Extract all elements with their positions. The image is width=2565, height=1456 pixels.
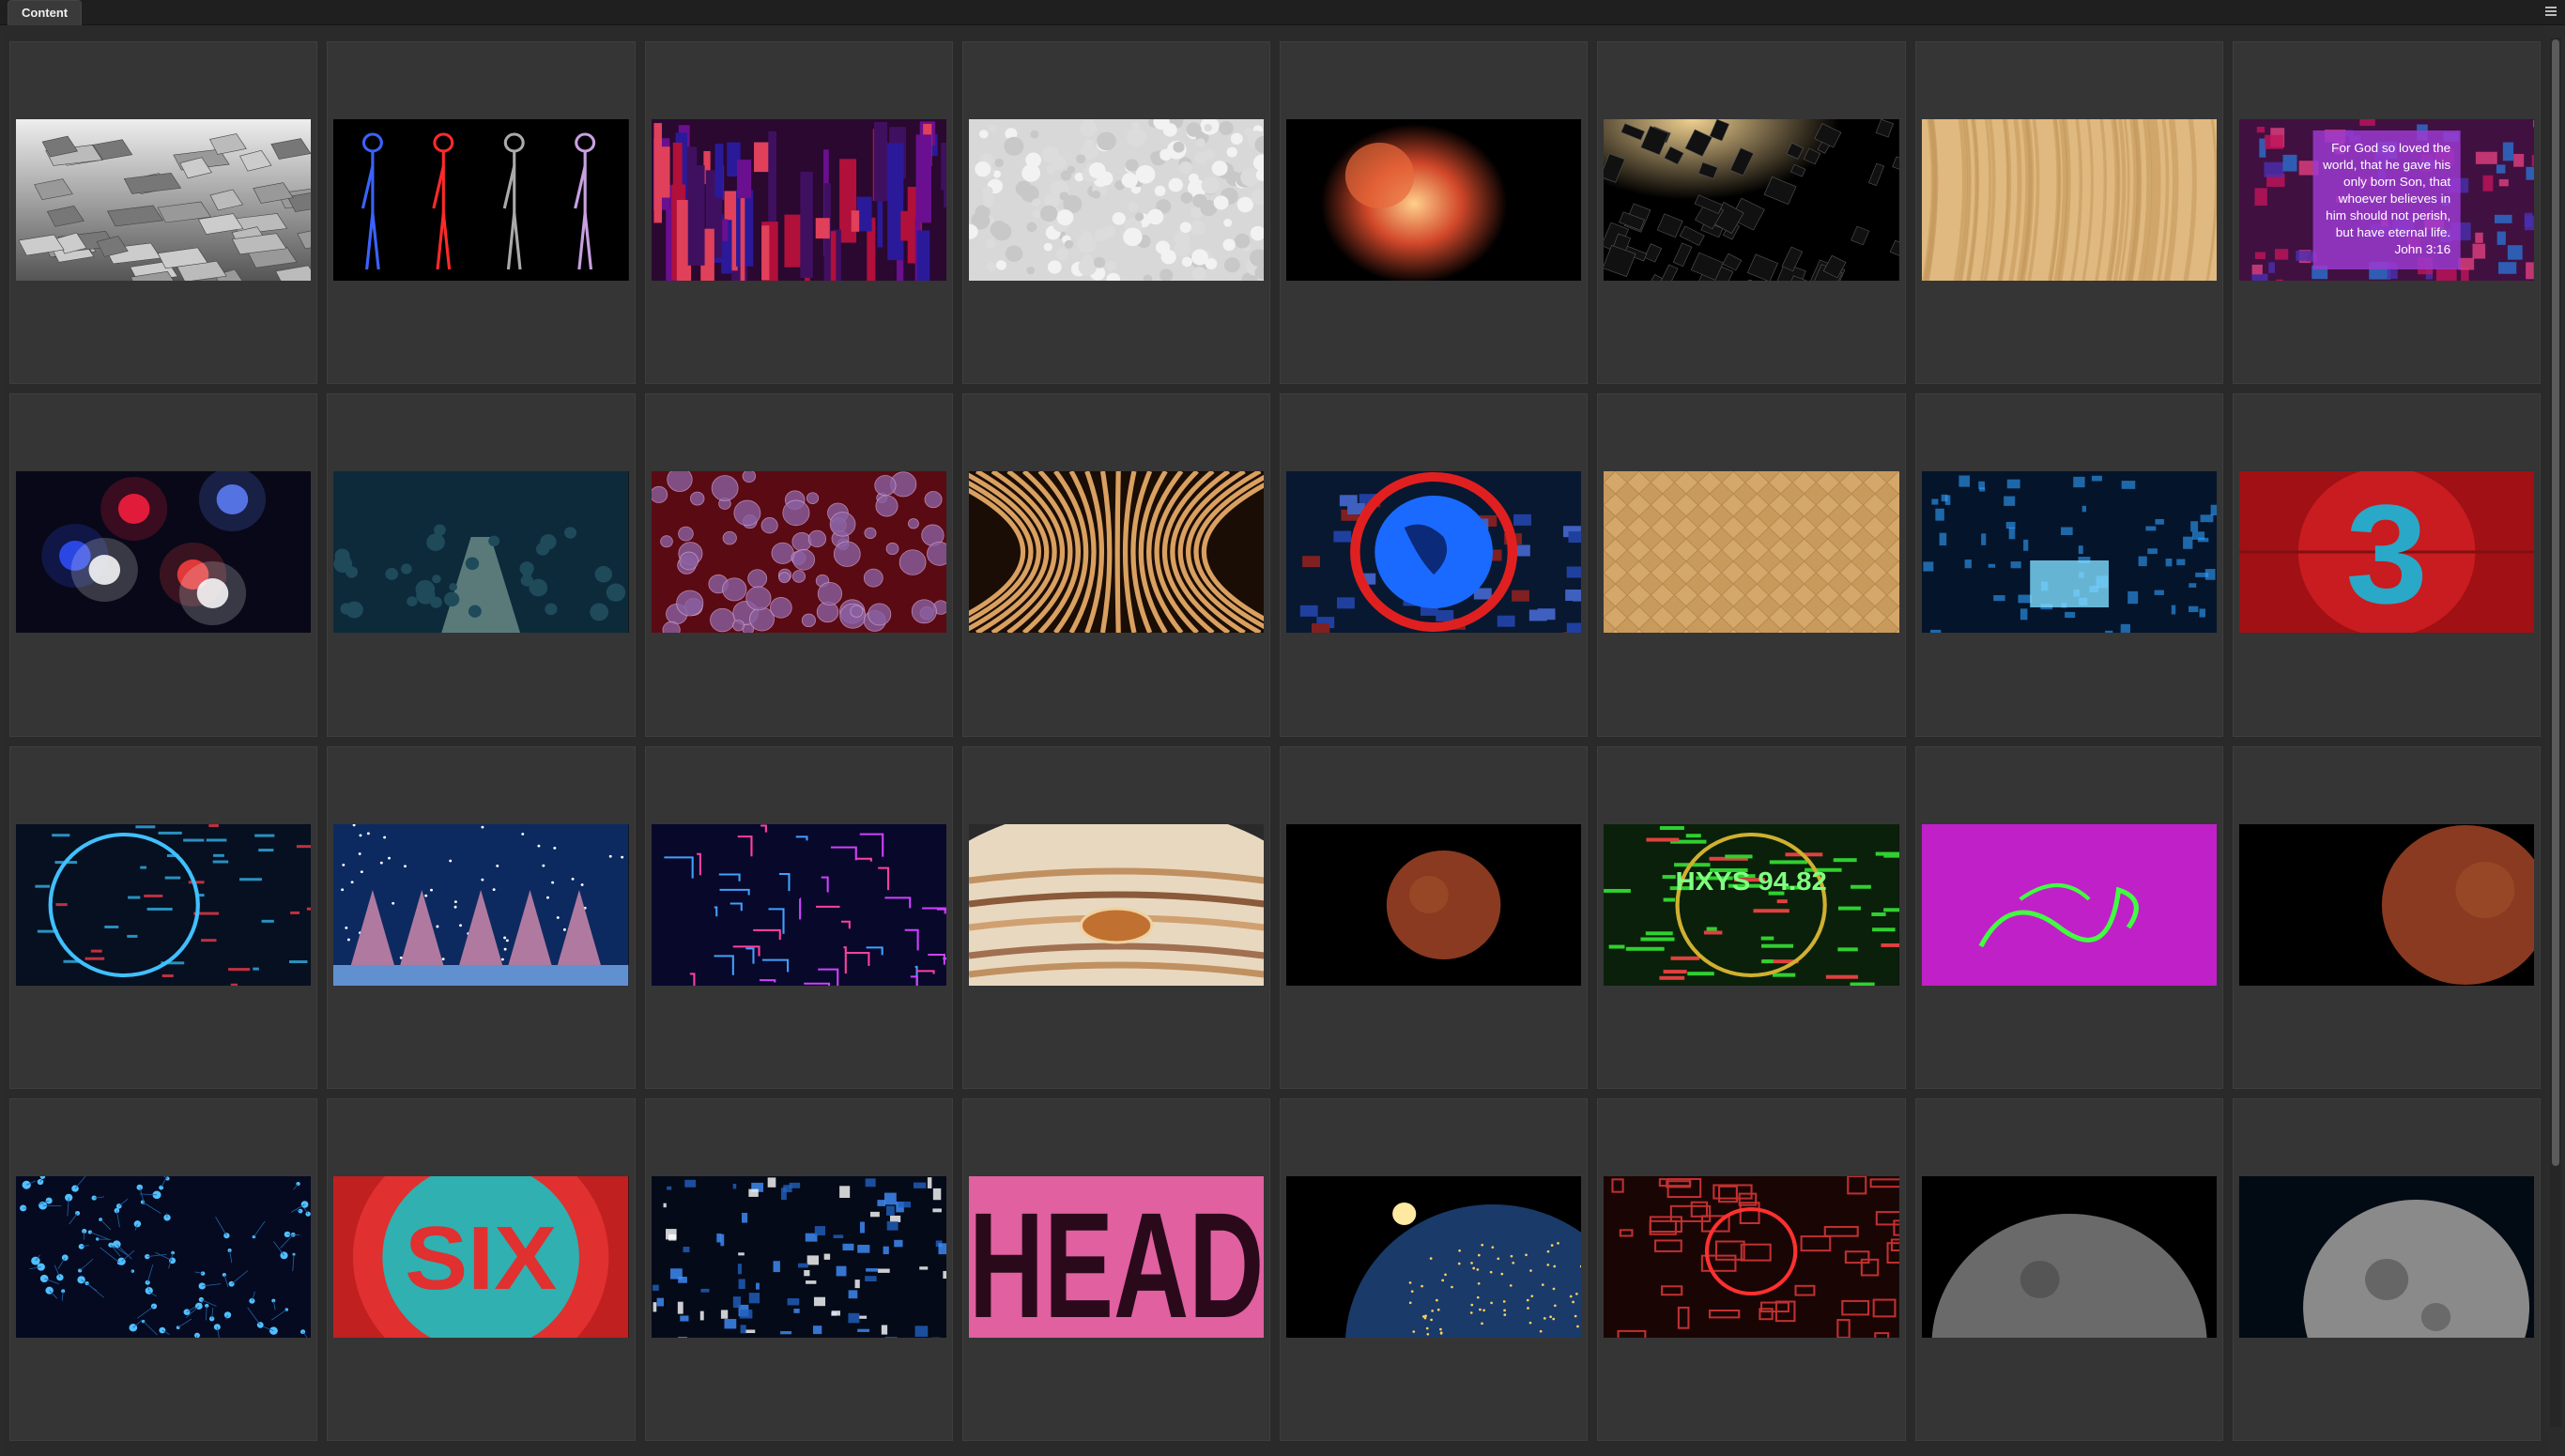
svg-text:only born Son, that: only born Son, that [2343,175,2450,189]
thumbnail-image [16,823,312,986]
svg-text:but have eternal life.: but have eternal life. [2335,225,2450,239]
content-item[interactable] [1914,41,2223,385]
content-item[interactable] [644,745,953,1089]
thumbnail-image [333,823,629,986]
thumbnail-image [1604,471,1899,634]
svg-text:HXYS 94.82: HXYS 94.82 [1676,866,1827,896]
content-item[interactable] [1597,1097,1906,1441]
content-item[interactable] [1280,745,1589,1089]
content-item[interactable] [1280,393,1589,737]
thumbnail-image [16,471,312,634]
thumbnail-image [333,471,629,634]
thumbnail-image: HXYS 94.82 [1604,823,1899,986]
thumbnail-image [2238,823,2534,986]
thumbnail-image [1604,1175,1899,1338]
content-item[interactable] [1914,393,2223,737]
content-item[interactable]: For God so loved the world, that he gave … [2232,41,2541,385]
thumbnail-image [651,1175,946,1338]
content-item[interactable] [1914,1097,2223,1441]
thumbnail-image [16,119,312,281]
thumbnail-image [651,823,946,986]
content-item[interactable] [9,393,318,737]
svg-text:whoever believes in: whoever believes in [2337,192,2450,206]
thumbnail-image [968,823,1264,986]
content-item[interactable] [327,393,636,737]
svg-text:world, that he gave his: world, that he gave his [2322,158,2450,172]
content-item[interactable] [1914,745,2223,1089]
content-item[interactable] [644,41,953,385]
thumbnail-image [968,119,1264,281]
content-item[interactable] [644,393,953,737]
content-item[interactable] [961,393,1270,737]
tab-content[interactable]: Content [8,0,83,25]
thumbnail-image [1921,823,2217,986]
svg-text:SIX: SIX [405,1207,557,1308]
svg-text:3: 3 [2345,476,2427,634]
svg-text:John 3:16: John 3:16 [2394,242,2450,256]
content-item[interactable] [644,1097,953,1441]
thumbnail-image [1286,119,1582,281]
hamburger-icon[interactable] [2544,5,2557,18]
panel-header: Content [0,0,2565,25]
thumbnail-image [2238,1175,2534,1338]
thumbnail-image [1286,1175,1582,1338]
thumbnail-image [16,1175,312,1338]
content-item[interactable] [327,745,636,1089]
thumbnail-image: SIX [333,1175,629,1338]
thumbnail-image [1286,823,1582,986]
content-item[interactable] [961,745,1270,1089]
svg-text:For God so loved the: For God so loved the [2331,141,2450,155]
content-item[interactable]: HXYS 94.82 [1597,745,1906,1089]
content-grid: For God so loved the world, that he gave … [4,26,2546,1456]
content-item[interactable] [1280,1097,1589,1441]
content-item[interactable] [2232,1097,2541,1441]
content-item[interactable]: 3 [2232,393,2541,737]
content-item[interactable] [2232,745,2541,1089]
svg-text:HEAD: HEAD [969,1181,1264,1338]
thumbnail-image [333,119,629,281]
thumbnail-image [651,119,946,281]
content-item[interactable] [1280,41,1589,385]
content-item[interactable] [9,1097,318,1441]
content-item[interactable] [1597,393,1906,737]
thumbnail-image [1921,119,2217,281]
vertical-scrollbar[interactable] [2550,38,2561,1427]
content-item[interactable]: HEAD [961,1097,1270,1441]
content-item[interactable] [9,41,318,385]
thumbnail-image [1921,1175,2217,1338]
thumbnail-image: 3 [2238,471,2534,634]
thumbnail-image: For God so loved the world, that he gave … [2238,119,2534,281]
content-item[interactable] [961,41,1270,385]
thumbnail-image [1604,119,1899,281]
scrollbar-thumb[interactable] [2552,39,2559,1166]
thumbnail-image [968,471,1264,634]
content-item[interactable] [1597,41,1906,385]
thumbnail-image: HEAD [968,1175,1264,1338]
content-item[interactable]: SIX [327,1097,636,1441]
thumbnail-image [1921,471,2217,634]
content-item[interactable] [9,745,318,1089]
content-item[interactable] [327,41,636,385]
thumbnail-image [651,471,946,634]
svg-text:him should not perish,: him should not perish, [2326,208,2450,222]
thumbnail-image [1286,471,1582,634]
